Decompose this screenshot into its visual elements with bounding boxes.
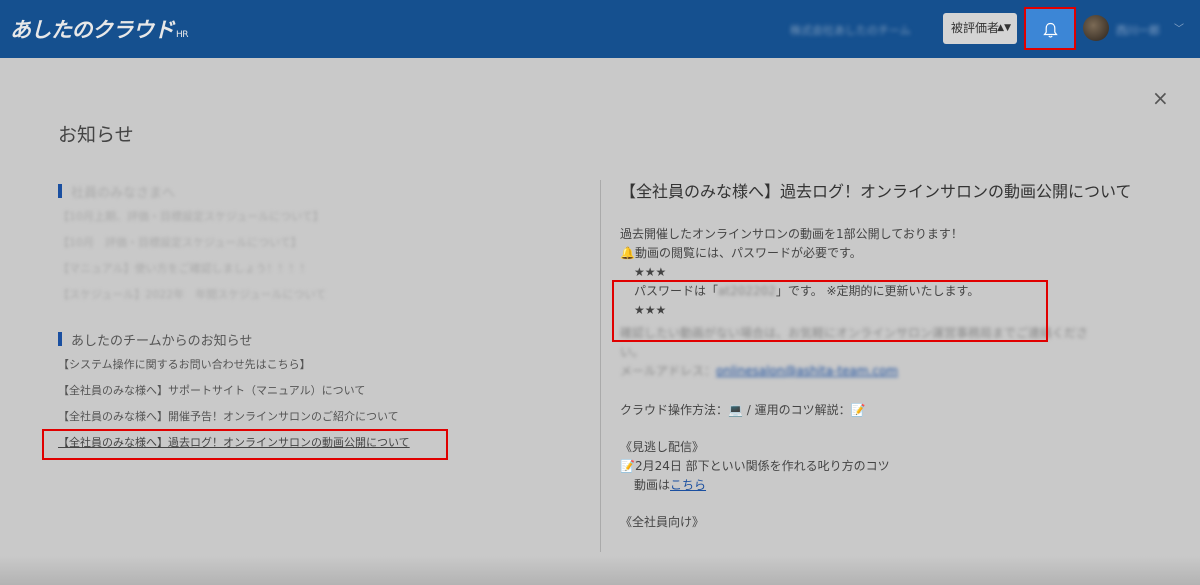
notice-item[interactable]: 【10月上期、評価・目標設定スケジュールについて】 [58, 207, 326, 227]
app-logo-suffix: HR [176, 30, 189, 40]
select-arrows-icon: ▲▼ [997, 23, 1011, 33]
replay-heading: 《見逃し配信》 [620, 440, 705, 454]
section-heading: 社員のみなさまへ [58, 181, 326, 201]
bottom-shadow [0, 556, 1200, 585]
user-name[interactable]: 西川一郎 [1116, 22, 1160, 38]
mail-line: メールアドレス：onlinesalon@ashita-team.com [620, 362, 1148, 381]
divider [600, 180, 601, 552]
replay-video-link[interactable]: こちら [670, 478, 706, 492]
page-title: お知らせ [58, 124, 134, 146]
chevron-down-icon[interactable]: ﹀ [1174, 20, 1184, 35]
notice-item[interactable]: 【マニュアル】使い方をご確認しましょう！！！！ [58, 259, 326, 279]
notice-title: 【全社員のみな様へ】過去ログ！オンラインサロンの動画公開について [620, 182, 1132, 201]
app-logo[interactable]: あしたのクラウド HR [10, 14, 189, 44]
role-select[interactable]: 被評価者 ▲▼ [943, 13, 1017, 44]
detail-text: 🔔動画の閲覧には、パスワードが必要です。 [620, 246, 862, 260]
notice-item[interactable]: 【全社員のみな様へ】サポートサイト（マニュアル）について [58, 381, 399, 401]
avatar[interactable] [1083, 15, 1109, 41]
section-heading: あしたのチームからのお知らせ [58, 329, 399, 349]
close-icon[interactable]: × [1152, 86, 1169, 110]
notice-item[interactable]: 【システム操作に関するお問い合わせ先はこちら】 [58, 355, 399, 375]
team-notices-section: あしたのチームからのお知らせ 【システム操作に関するお問い合わせ先はこちら】 【… [58, 329, 399, 427]
selected-notice-item[interactable]: 【全社員のみな様へ】過去ログ！オンラインサロンの動画公開について [58, 434, 410, 450]
ops-mid: / 運用のコツ解説： [742, 403, 851, 417]
top-navigation-bar: あしたのクラウド HR 株式会社あしたのチーム 被評価者 ▲▼ 西川一郎 ﹀ [0, 0, 1200, 58]
role-select-value: 被評価者 [951, 21, 1000, 35]
detail-text: 過去開催したオンラインサロンの動画を1部公開しております！ [620, 227, 963, 241]
bell-icon [1043, 22, 1058, 38]
notice-item[interactable]: 【スケジュール】2022年 年間スケジュールについて [58, 285, 326, 305]
ops-label: クラウド操作方法： [620, 403, 729, 417]
detail-text: い。 [620, 345, 645, 359]
password-highlight [612, 280, 1048, 342]
company-notices-section: 社員のみなさまへ 【10月上期、評価・目標設定スケジュールについて】 【10月 … [58, 181, 326, 305]
company-name: 株式会社あしたのチーム [790, 24, 911, 37]
section-bar-icon [58, 332, 62, 346]
replay-link-prefix: 動画は [634, 478, 671, 492]
replay-item: 📝2月24日 部下といい関係を作れる叱り方のコツ [620, 459, 890, 473]
notice-detail: 【全社員のみな様へ】過去ログ！オンラインサロンの動画公開について 過去開催したオ… [620, 178, 1148, 532]
section-bar-icon [58, 184, 62, 198]
replay-link-line: 動画はこちら [620, 476, 1148, 495]
section-heading-text: あしたのチームからのお知らせ [71, 333, 253, 349]
notice-item[interactable]: 【10月 評価・目標設定スケジュールについて】 [58, 233, 326, 253]
memo-icon[interactable]: 📝 [851, 403, 866, 417]
laptop-icon[interactable]: 💻 [728, 403, 743, 417]
notice-item[interactable]: 【全社員のみな様へ】開催予告！オンラインサロンのご紹介について [58, 407, 399, 427]
mail-link[interactable]: onlinesalon@ashita-team.com [716, 364, 898, 378]
section-heading-text: 社員のみなさまへ [71, 185, 176, 201]
app-logo-text: あしたのクラウド [10, 18, 175, 42]
mail-label: メールアドレス： [620, 364, 717, 378]
ops-line: クラウド操作方法：💻 / 運用のコツ解説：📝 [620, 401, 1148, 420]
next-heading: 《全社員向け》 [620, 515, 705, 529]
notification-button[interactable] [1024, 7, 1076, 50]
